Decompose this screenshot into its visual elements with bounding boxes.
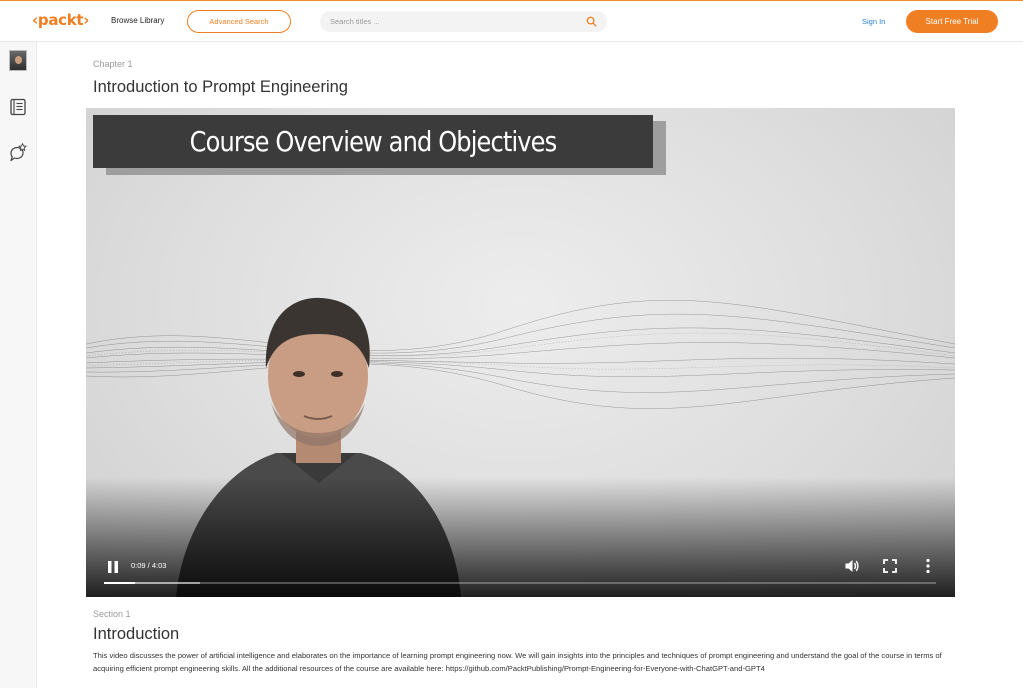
video-player[interactable]: Course Overview and Objectives 0:09 / 4:… [86,108,955,597]
volume-icon[interactable] [844,558,860,574]
progress-track[interactable] [104,582,936,584]
video-overlay-title: Course Overview and Objectives [189,125,557,158]
section-title: Introduction [93,625,180,643]
page: ‹packt› Browse Library Advanced Search S… [0,0,1023,688]
table-of-contents-icon[interactable] [8,97,28,117]
start-free-trial-button[interactable]: Start Free Trial [906,10,998,33]
video-controls: 0:09 / 4:03 [86,548,955,597]
chapter-label: Chapter 1 [93,59,133,69]
section-label: Section 1 [93,609,131,619]
course-thumbnail[interactable] [9,50,27,71]
left-sidebar [0,42,37,688]
advanced-search-button[interactable]: Advanced Search [187,10,291,33]
progress-played [104,582,135,584]
search-icon[interactable] [586,16,597,27]
search-bar [320,11,607,32]
video-time: 0:09 / 4:03 [131,561,167,570]
chat-star-icon[interactable] [8,142,28,162]
section-description: This video discusses the power of artifi… [93,651,942,673]
search-input[interactable] [330,15,570,28]
fullscreen-icon[interactable] [882,558,898,574]
pause-icon[interactable] [106,560,120,574]
packt-logo[interactable]: ‹packt› [32,11,89,29]
page-title: Introduction to Prompt Engineering [93,78,348,96]
browse-library-link[interactable]: Browse Library [111,16,164,25]
top-navigation-bar: ‹packt› Browse Library Advanced Search S… [0,0,1023,42]
sign-in-link[interactable]: Sign In [862,17,885,26]
more-options-icon[interactable] [920,558,936,574]
